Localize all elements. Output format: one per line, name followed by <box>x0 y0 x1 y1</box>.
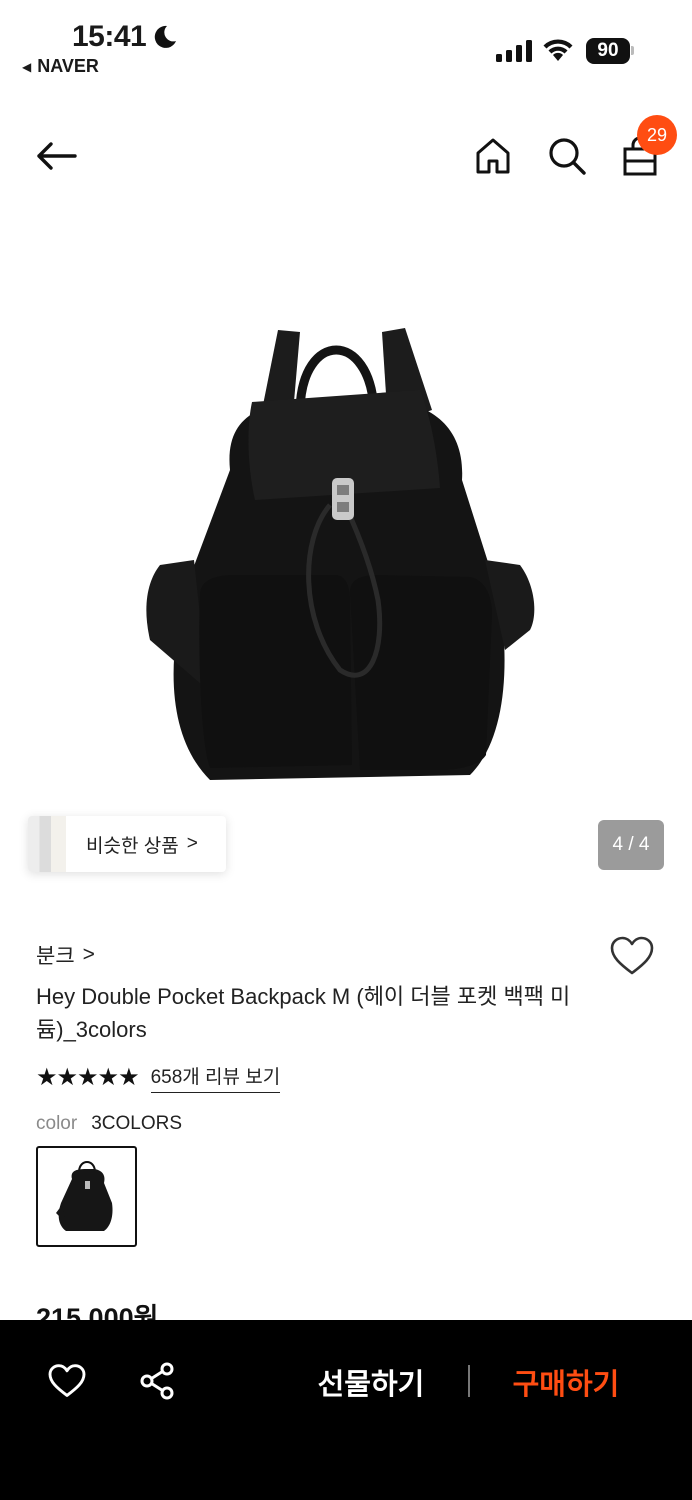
color-option-value: 3COLORS <box>91 1113 182 1134</box>
backpack-thumbnail-image <box>55 1160 113 1231</box>
color-option-label: color <box>36 1113 78 1134</box>
action-divider <box>468 1365 470 1397</box>
similar-products-label: 비슷한 상품 <box>86 835 179 857</box>
battery-tip <box>631 46 634 55</box>
backpack-product-image <box>146 328 535 780</box>
image-pager-indicator: 4 / 4 <box>598 820 664 870</box>
wishlist-button[interactable] <box>610 936 654 981</box>
bottom-wishlist-button[interactable] <box>44 1358 90 1404</box>
moon-icon <box>154 25 176 48</box>
similar-products-button[interactable]: 비슷한 상품 > <box>28 816 226 872</box>
status-bar: 15:41 ◀ NAVER 90 <box>0 0 692 90</box>
search-button[interactable] <box>545 134 589 178</box>
back-button[interactable] <box>30 134 82 178</box>
search-icon <box>549 138 586 175</box>
chevron-right-icon: > <box>82 943 95 966</box>
product-image-gallery[interactable] <box>0 220 692 900</box>
back-arrow-icon <box>37 142 77 170</box>
bottom-action-bar <box>0 1320 692 1500</box>
color-option-row: color 3COLORS <box>36 1113 182 1135</box>
similar-products-thumbnail <box>28 816 66 872</box>
cart-count-badge: 29 <box>637 115 677 155</box>
chevron-right-icon: > <box>186 833 198 854</box>
battery-indicator: 90 <box>586 38 630 64</box>
share-button[interactable] <box>134 1358 180 1404</box>
home-button[interactable] <box>472 134 514 178</box>
reviews-link[interactable]: 658개 리뷰 보기 <box>150 1062 281 1093</box>
brand-link[interactable]: 분크 > <box>36 940 95 970</box>
star-rating: ★★★★★ <box>36 1064 140 1091</box>
buy-button[interactable]: 구매하기 <box>490 1360 642 1404</box>
status-time: 15:41 <box>72 20 147 53</box>
heart-icon <box>610 936 654 975</box>
top-navigation <box>0 110 692 200</box>
gift-button[interactable]: 선물하기 <box>296 1360 446 1404</box>
back-triangle-icon: ◀ <box>22 59 32 74</box>
rating-row: ★★★★★ 658개 리뷰 보기 <box>36 1062 281 1093</box>
heart-icon <box>48 1364 86 1397</box>
home-icon <box>476 138 510 174</box>
brand-name: 분크 <box>36 945 75 968</box>
wifi-icon <box>543 39 573 61</box>
color-swatch-black[interactable] <box>36 1146 137 1247</box>
back-to-app-link[interactable]: ◀ NAVER <box>22 56 99 77</box>
cellular-signal-icon <box>496 40 532 62</box>
back-app-label: NAVER <box>37 56 99 76</box>
share-icon <box>140 1362 174 1400</box>
product-title: Hey Double Pocket Backpack M (헤이 더블 포켓 백… <box>36 984 571 1042</box>
